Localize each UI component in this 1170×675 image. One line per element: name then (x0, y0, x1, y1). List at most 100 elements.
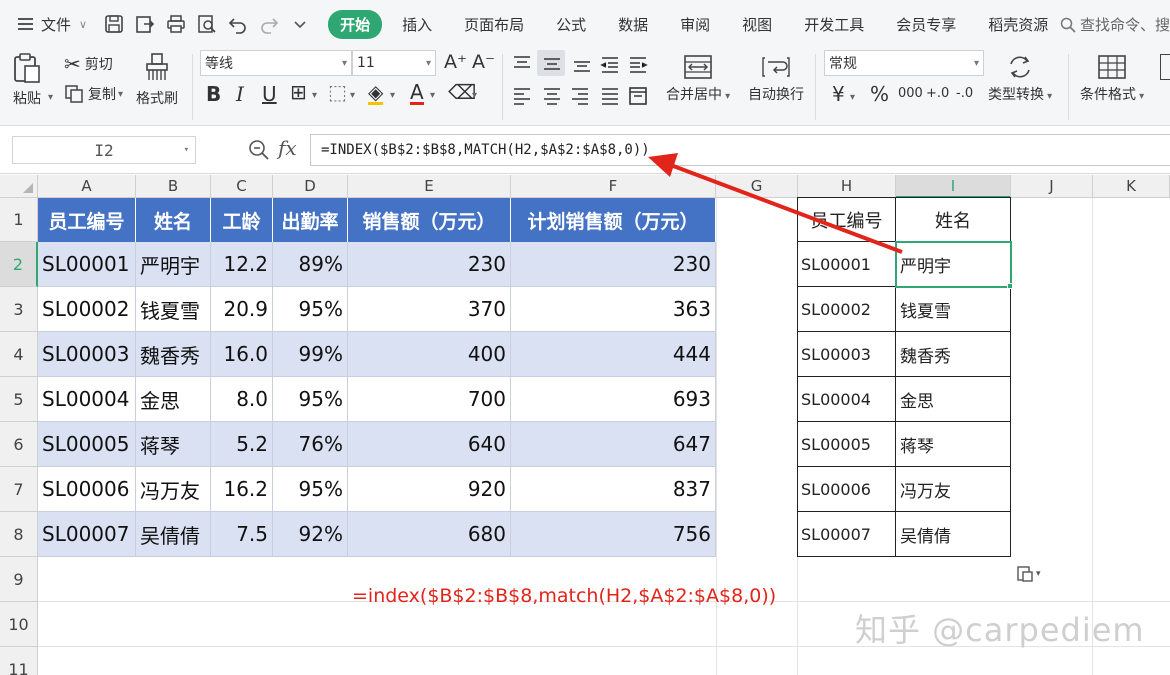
format-painter-button[interactable]: 格式刷 (136, 52, 178, 108)
fill-color-dropdown-icon[interactable]: ▾ (390, 86, 395, 106)
borders-dropdown-icon[interactable]: ▾ (312, 86, 317, 106)
table-cell-name[interactable]: 金思 (136, 377, 211, 422)
lookup-cell-employee-id[interactable]: SL00007 (798, 512, 896, 557)
table-cell-sales[interactable]: 680 (348, 512, 511, 557)
table-cell-name[interactable]: 钱夏雪 (136, 287, 211, 332)
insert-function-icon[interactable]: fx (278, 136, 297, 160)
tab-developer[interactable]: 开发工具 (804, 14, 864, 35)
column-header-f[interactable]: F (511, 175, 716, 198)
currency-icon[interactable]: ¥ (832, 84, 845, 104)
font-color-icon[interactable]: A (410, 82, 424, 105)
column-header-k[interactable]: K (1093, 175, 1170, 198)
export-icon[interactable] (134, 14, 155, 35)
tab-review[interactable]: 审阅 (680, 14, 710, 35)
table-cell-attendance[interactable]: 76% (273, 422, 348, 467)
row-header-6[interactable]: 6 (0, 422, 38, 467)
table-cell-employee-id[interactable]: SL00001 (38, 242, 136, 287)
column-header-i[interactable]: I (896, 175, 1011, 198)
paste-options-button[interactable]: ▾ (1016, 565, 1041, 583)
tab-insert[interactable]: 插入 (402, 14, 432, 35)
row-header-10[interactable]: 10 (0, 602, 38, 647)
paste-button[interactable]: 粘贴 (12, 52, 42, 108)
copy-dropdown-icon[interactable]: ▾ (118, 89, 123, 100)
row-header-7[interactable]: 7 (0, 467, 38, 512)
row-header-4[interactable]: 4 (0, 332, 38, 377)
column-header-c[interactable]: C (211, 175, 273, 198)
lookup-cell-employee-id[interactable]: SL00002 (798, 287, 896, 332)
header-cell-attendance[interactable]: 出勤率 (273, 198, 348, 242)
table-cell-attendance[interactable]: 95% (273, 467, 348, 512)
table-cell-tenure[interactable]: 5.2 (211, 422, 273, 467)
font-name-select[interactable]: 等线 ▾ (200, 50, 352, 76)
decrease-font-icon[interactable]: A⁻ (472, 52, 495, 72)
print-icon[interactable] (165, 14, 186, 35)
table-cell-planned-sales[interactable]: 230 (511, 242, 716, 287)
table-cell-name[interactable]: 冯万友 (136, 467, 211, 512)
lookup-cell-name[interactable]: 金思 (896, 377, 1011, 422)
lookup-cell-name[interactable]: 蒋琴 (896, 422, 1011, 467)
paste-dropdown-icon[interactable]: ▾ (48, 92, 53, 103)
lookup-cell-employee-id[interactable]: SL00004 (798, 377, 896, 422)
conditional-format-button[interactable]: 条件格式 ▾ (1080, 54, 1144, 104)
table-cell-employee-id[interactable]: SL00003 (38, 332, 136, 377)
table-cell-attendance[interactable]: 89% (273, 242, 348, 287)
table-cell-tenure[interactable]: 16.0 (211, 332, 273, 377)
table-cell-sales[interactable]: 400 (348, 332, 511, 377)
header-cell-planned-sales[interactable]: 计划销售额（万元） (511, 198, 716, 242)
table-cell-sales[interactable]: 370 (348, 287, 511, 332)
table-cell-planned-sales[interactable]: 444 (511, 332, 716, 377)
column-header-b[interactable]: B (136, 175, 211, 198)
tab-view[interactable]: 视图 (742, 14, 772, 35)
table-cell-sales[interactable]: 640 (348, 422, 511, 467)
header-cell-employee-id[interactable]: 员工编号 (38, 198, 136, 242)
table-cell-attendance[interactable]: 99% (273, 332, 348, 377)
lookup-cell-employee-id[interactable]: SL00006 (798, 467, 896, 512)
table-cell-tenure[interactable]: 8.0 (211, 377, 273, 422)
table-cell-name[interactable]: 蒋琴 (136, 422, 211, 467)
table-cell-attendance[interactable]: 95% (273, 377, 348, 422)
table-cell-employee-id[interactable]: SL00004 (38, 377, 136, 422)
currency-dropdown-icon[interactable]: ▾ (850, 88, 855, 108)
lookup-header-employee-id[interactable]: 员工编号 (798, 198, 896, 242)
lookup-header-name[interactable]: 姓名 (896, 198, 1011, 242)
column-header-j[interactable]: J (1011, 175, 1093, 198)
header-cell-sales[interactable]: 销售额（万元） (348, 198, 511, 242)
table-cell-attendance[interactable]: 95% (273, 287, 348, 332)
column-header-g[interactable]: G (716, 175, 798, 198)
merge-center-button[interactable]: 合并居中 ▾ (666, 54, 730, 104)
table-cell-tenure[interactable]: 12.2 (211, 242, 273, 287)
thousands-icon[interactable]: 000 (898, 84, 923, 104)
table-cell-tenure[interactable]: 16.2 (211, 467, 273, 512)
cut-button[interactable]: ✂ 剪切 (64, 52, 113, 76)
print-preview-icon[interactable] (196, 14, 217, 35)
table-style-icon[interactable] (1160, 54, 1170, 80)
cell-style-dropdown-icon[interactable]: ▾ (350, 86, 355, 106)
table-cell-employee-id[interactable]: SL00005 (38, 422, 136, 467)
header-cell-tenure[interactable]: 工龄 (211, 198, 273, 242)
font-color-dropdown-icon[interactable]: ▾ (430, 86, 435, 106)
table-cell-sales[interactable]: 920 (348, 467, 511, 512)
table-cell-planned-sales[interactable]: 693 (511, 377, 716, 422)
save-icon[interactable] (103, 14, 124, 35)
increase-decimal-icon[interactable]: +.0 (926, 84, 949, 104)
zoom-icon[interactable] (248, 139, 270, 161)
tab-docer[interactable]: 稻壳资源 (988, 14, 1048, 35)
file-menu[interactable]: 文件 ∨ (18, 14, 87, 35)
row-header-3[interactable]: 3 (0, 287, 38, 332)
table-cell-planned-sales[interactable]: 647 (511, 422, 716, 467)
undo-icon[interactable] (227, 14, 248, 35)
lookup-cell-employee-id[interactable]: SL00003 (798, 332, 896, 377)
row-header-1[interactable]: 1 (0, 198, 38, 242)
customize-toolbar-icon[interactable] (289, 14, 310, 35)
fill-handle[interactable] (1007, 283, 1013, 289)
column-header-e[interactable]: E (348, 175, 511, 198)
table-cell-planned-sales[interactable]: 756 (511, 512, 716, 557)
underline-icon[interactable]: U (262, 84, 277, 104)
table-cell-name[interactable]: 严明宇 (136, 242, 211, 287)
table-cell-planned-sales[interactable]: 837 (511, 467, 716, 512)
italic-icon[interactable]: I (236, 84, 244, 104)
borders-icon[interactable]: ⊞ (290, 82, 307, 102)
column-header-d[interactable]: D (273, 175, 348, 198)
table-cell-name[interactable]: 魏香秀 (136, 332, 211, 377)
table-cell-sales[interactable]: 230 (348, 242, 511, 287)
